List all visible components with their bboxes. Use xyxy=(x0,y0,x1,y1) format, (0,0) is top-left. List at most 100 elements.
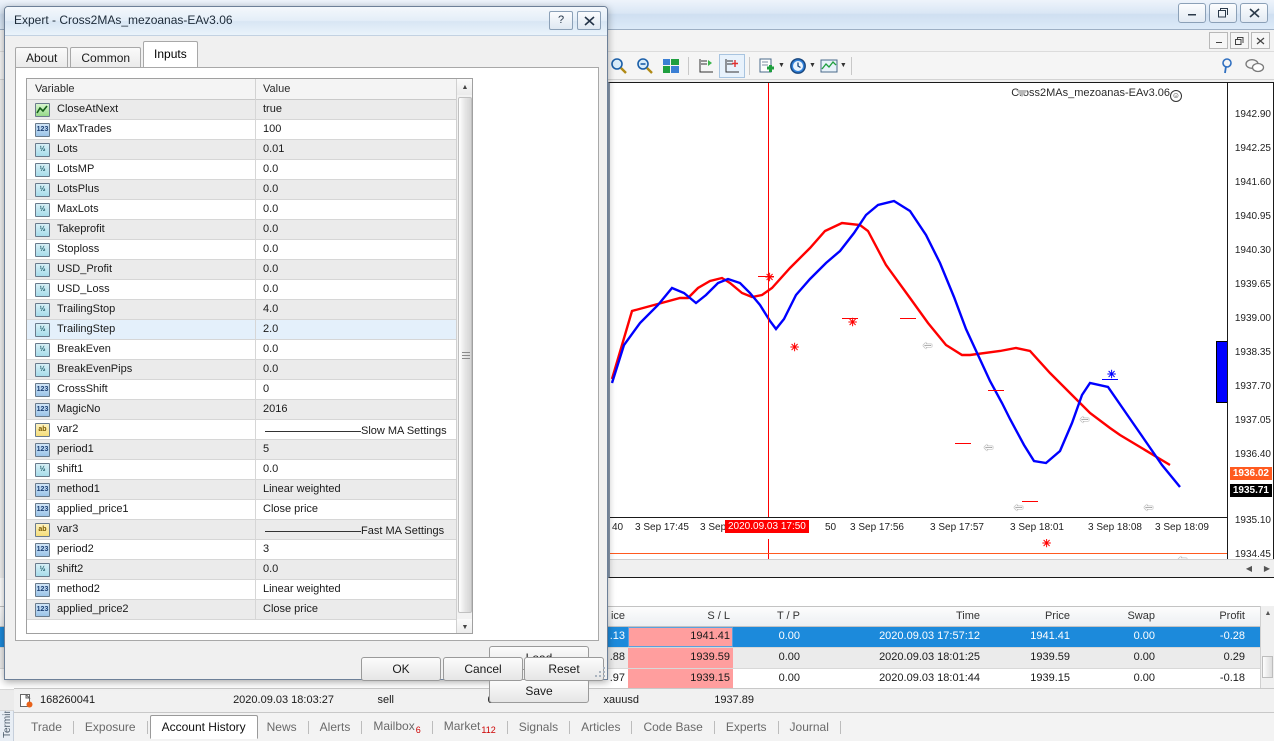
ok-button[interactable]: OK xyxy=(361,657,441,681)
tab-code-base[interactable]: Code Base xyxy=(634,716,711,738)
tab-inputs[interactable]: Inputs xyxy=(143,41,198,67)
variable-value[interactable]: Slow MA Settings xyxy=(265,422,465,437)
chart-horizontal-scrollbar[interactable]: ◀ ▶ xyxy=(610,559,1274,577)
variable-value[interactable]: 100 xyxy=(263,123,281,135)
variable-value[interactable]: 0.0 xyxy=(263,203,278,215)
resize-grip-icon[interactable] xyxy=(593,665,605,677)
table-row[interactable]: 123 method1 Linear weighted xyxy=(27,480,472,500)
table-row[interactable]: 123 CrossShift 0 xyxy=(27,380,472,400)
header-divider[interactable] xyxy=(255,79,256,100)
col-swap[interactable]: Swap xyxy=(1080,610,1155,622)
variables-grid[interactable]: Variable Value CloseAtNext true 123 xyxy=(26,78,473,634)
period-clock-icon[interactable] xyxy=(785,54,811,78)
variable-value[interactable]: Close price xyxy=(263,503,318,515)
chart-price-axis[interactable]: 1942.90 1942.25 1941.60 1940.95 1940.30 … xyxy=(1227,83,1273,559)
table-row[interactable]: ½ MaxLots 0.0 xyxy=(27,200,472,220)
table-row[interactable]: 123 period2 3 xyxy=(27,540,472,560)
zoom-in-icon[interactable] xyxy=(606,54,632,78)
scroll-up-icon[interactable]: ▲ xyxy=(457,79,473,95)
table-row[interactable]: ab var3 Fast MA Settings xyxy=(27,520,472,540)
scroll-left-icon[interactable]: ◀ xyxy=(1240,561,1258,577)
variable-value[interactable]: 2.0 xyxy=(263,323,278,335)
mdi-minimize-button[interactable] xyxy=(1209,32,1228,49)
templates-icon[interactable] xyxy=(816,54,842,78)
table-row[interactable]: 123 period1 5 xyxy=(27,440,472,460)
tab-signals[interactable]: Signals xyxy=(510,716,567,738)
cancel-button[interactable]: Cancel xyxy=(443,657,523,681)
variable-value[interactable]: 5 xyxy=(263,443,269,455)
table-row[interactable]: ½ Lots 0.01 xyxy=(27,140,472,160)
table-row-empty[interactable] xyxy=(27,620,472,634)
variable-value[interactable]: 0.0 xyxy=(263,163,278,175)
table-row[interactable]: ½ BreakEven 0.0 xyxy=(27,340,472,360)
table-row[interactable]: ½ shift2 0.0 xyxy=(27,560,472,580)
table-row[interactable]: 123 applied_price1 Close price xyxy=(27,500,472,520)
table-row[interactable]: 123 MaxTrades 100 xyxy=(27,120,472,140)
variable-value[interactable]: 0.0 xyxy=(263,343,278,355)
shift-end-icon[interactable] xyxy=(693,54,719,78)
column-header-value[interactable]: Value xyxy=(263,83,290,95)
zoom-out-icon[interactable] xyxy=(632,54,658,78)
scroll-down-icon[interactable]: ▼ xyxy=(457,619,473,634)
crosshair-icon[interactable] xyxy=(719,54,745,78)
save-button[interactable]: Save xyxy=(489,679,589,703)
col-price[interactable]: Price xyxy=(990,610,1070,622)
tab-mailbox[interactable]: Mailbox6 xyxy=(364,715,429,739)
col-take-profit[interactable]: T / P xyxy=(720,610,800,622)
tab-trade[interactable]: Trade xyxy=(22,716,71,738)
column-header-variable[interactable]: Variable xyxy=(35,83,75,95)
col-profit[interactable]: Profit xyxy=(1165,610,1245,622)
chart-panel[interactable]: Cross2MAs_mezoanas-EAv3.06☺ xyxy=(608,82,1274,578)
table-row[interactable]: ½ shift1 0.0 xyxy=(27,460,472,480)
variable-value[interactable]: 0.0 xyxy=(263,263,278,275)
variable-value[interactable]: 3 xyxy=(263,543,269,555)
variable-value[interactable]: Linear weighted xyxy=(263,483,341,495)
variable-value[interactable]: 0.0 xyxy=(263,563,278,575)
tab-alerts[interactable]: Alerts xyxy=(311,716,360,738)
scroll-right-icon[interactable]: ▶ xyxy=(1258,561,1274,577)
variable-value[interactable]: Linear weighted xyxy=(263,583,341,595)
tab-experts[interactable]: Experts xyxy=(717,716,776,738)
search-icon[interactable] xyxy=(1216,54,1242,78)
scroll-thumb[interactable] xyxy=(458,97,472,613)
chart-canvas[interactable]: Cross2MAs_mezoanas-EAv3.06☺ xyxy=(610,83,1230,559)
close-button[interactable] xyxy=(1240,3,1268,23)
chat-icon[interactable] xyxy=(1242,54,1268,78)
tab-articles[interactable]: Articles xyxy=(572,716,629,738)
chart-grid-icon[interactable] xyxy=(658,54,684,78)
help-button[interactable]: ? xyxy=(549,11,573,30)
table-row[interactable]: ½ USD_Loss 0.0 xyxy=(27,280,472,300)
col-time[interactable]: Time xyxy=(820,610,980,622)
tab-journal[interactable]: Journal xyxy=(781,716,838,738)
variable-value[interactable]: 0.0 xyxy=(263,463,278,475)
table-row[interactable]: ½ BreakEvenPips 0.0 xyxy=(27,360,472,380)
table-row[interactable]: 123 applied_price2 Close price xyxy=(27,600,472,620)
variable-value[interactable]: true xyxy=(263,103,282,115)
dialog-titlebar[interactable]: Expert - Cross2MAs_mezoanas-EAv3.06 ? xyxy=(5,7,607,36)
table-row[interactable]: 123 MagicNo 2016 xyxy=(27,400,472,420)
table-row[interactable]: ½ TrailingStop 4.0 xyxy=(27,300,472,320)
variable-value[interactable]: 4.0 xyxy=(263,303,278,315)
col-stop-loss[interactable]: S / L xyxy=(630,610,730,622)
variable-value[interactable]: 0.0 xyxy=(263,223,278,235)
variable-value[interactable]: 0.0 xyxy=(263,243,278,255)
variable-value[interactable]: 0.0 xyxy=(263,183,278,195)
variable-value[interactable]: 0 xyxy=(263,383,269,395)
minimize-button[interactable] xyxy=(1178,3,1206,23)
table-row[interactable]: ½ USD_Profit 0.0 xyxy=(27,260,472,280)
variable-value[interactable]: Close price xyxy=(263,603,318,615)
table-row[interactable]: ½ LotsMP 0.0 xyxy=(27,160,472,180)
tab-exposure[interactable]: Exposure xyxy=(76,716,145,738)
expert-properties-dialog[interactable]: Expert - Cross2MAs_mezoanas-EAv3.06 ? Ab… xyxy=(4,6,608,680)
table-row[interactable]: CloseAtNext true xyxy=(27,100,472,120)
table-row[interactable]: ½ LotsPlus 0.0 xyxy=(27,180,472,200)
scroll-up-icon[interactable]: ▲ xyxy=(1261,606,1274,620)
tab-news[interactable]: News xyxy=(258,716,306,738)
table-row-selected[interactable]: ½ TrailingStep 2.0 xyxy=(27,320,472,340)
scroll-thumb[interactable] xyxy=(1262,656,1273,678)
restore-button[interactable] xyxy=(1209,3,1237,23)
variable-value[interactable]: 0.0 xyxy=(263,283,278,295)
tab-common[interactable]: Common xyxy=(70,47,141,69)
mdi-restore-button[interactable] xyxy=(1230,32,1249,49)
variable-value[interactable]: 0.0 xyxy=(263,363,278,375)
